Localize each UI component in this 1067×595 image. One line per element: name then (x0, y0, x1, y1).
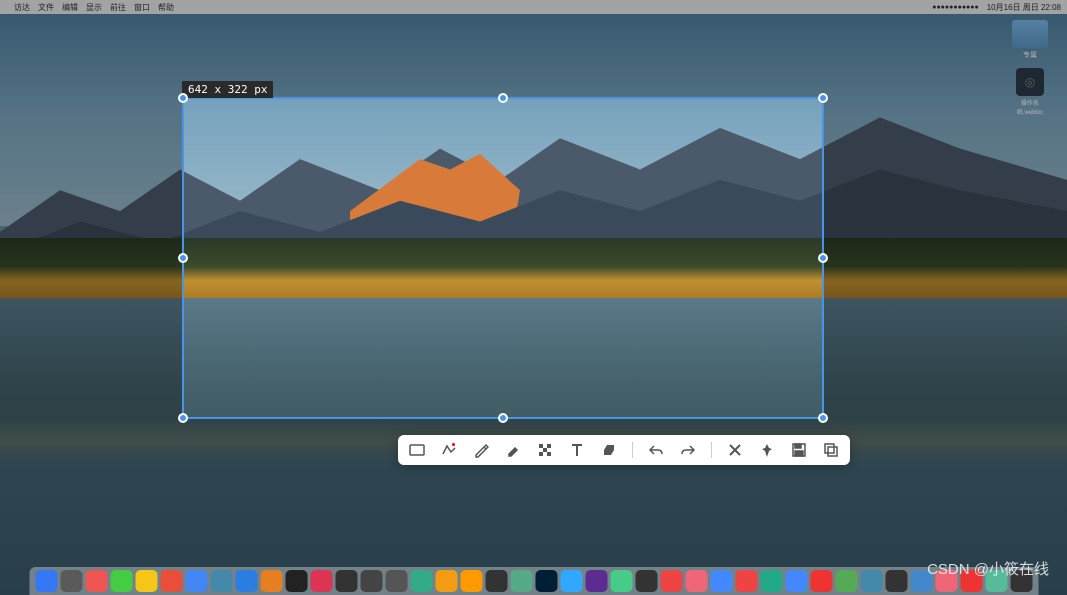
pen-tool-icon[interactable] (472, 441, 490, 459)
toolbar-divider (632, 442, 633, 458)
marker-tool-icon[interactable] (504, 441, 522, 459)
menu-item[interactable]: 前往 (110, 2, 126, 13)
text-tool-icon[interactable] (568, 441, 586, 459)
dock-app-23[interactable] (610, 570, 632, 592)
dock-app-31[interactable] (810, 570, 832, 592)
dock-app-13[interactable] (360, 570, 382, 592)
dock-app-29[interactable] (760, 570, 782, 592)
rectangle-tool-icon[interactable] (408, 441, 426, 459)
dock-app-30[interactable] (785, 570, 807, 592)
menu-item[interactable]: 编辑 (62, 2, 78, 13)
macos-menubar: 访达 文件 编辑 显示 前往 窗口 帮助 ●●●●●●●●●●● 10月16日 … (0, 0, 1067, 14)
toolbar-divider (711, 442, 712, 458)
polyline-tool-icon[interactable] (440, 441, 458, 459)
dock-app-10[interactable] (285, 570, 307, 592)
dock-app-17[interactable] (460, 570, 482, 592)
menubar-clock: 10月16日 周日 22:08 (987, 2, 1061, 13)
dock-app-27[interactable] (710, 570, 732, 592)
macos-dock (29, 567, 1038, 595)
folder-icon (1012, 20, 1048, 48)
dock-app-26[interactable] (685, 570, 707, 592)
dock-app-5[interactable] (160, 570, 182, 592)
dock-app-34[interactable] (885, 570, 907, 592)
file-icon: ◎ (1016, 68, 1044, 96)
menu-item[interactable]: 访达 (14, 2, 30, 13)
dock-app-6[interactable] (185, 570, 207, 592)
menu-item[interactable]: 帮助 (158, 2, 174, 13)
dock-app-0[interactable] (35, 570, 57, 592)
pin-icon[interactable] (758, 441, 776, 459)
eraser-tool-icon[interactable] (600, 441, 618, 459)
resize-handle-br[interactable] (818, 413, 828, 423)
resize-handle-bl[interactable] (178, 413, 188, 423)
dock-app-19[interactable] (510, 570, 532, 592)
undo-icon[interactable] (647, 441, 665, 459)
status-icons: ●●●●●●●●●●● (932, 4, 979, 11)
menu-item[interactable]: 文件 (38, 2, 54, 13)
menu-item[interactable]: 显示 (86, 2, 102, 13)
resize-handle-tr[interactable] (818, 93, 828, 103)
cancel-icon[interactable] (726, 441, 744, 459)
menu-item[interactable]: 窗口 (134, 2, 150, 13)
folder-label: 专属 (1009, 50, 1051, 60)
dock-app-15[interactable] (410, 570, 432, 592)
dock-app-22[interactable] (585, 570, 607, 592)
dock-app-7[interactable] (210, 570, 232, 592)
resize-handle-mr[interactable] (818, 253, 828, 263)
dock-app-32[interactable] (835, 570, 857, 592)
dock-app-9[interactable] (260, 570, 282, 592)
dock-app-25[interactable] (660, 570, 682, 592)
resize-handle-tc[interactable] (498, 93, 508, 103)
dock-app-18[interactable] (485, 570, 507, 592)
dock-app-14[interactable] (385, 570, 407, 592)
dock-app-33[interactable] (860, 570, 882, 592)
screenshot-selection[interactable]: 642 x 322 px (182, 97, 824, 419)
dock-app-11[interactable] (310, 570, 332, 592)
dock-app-20[interactable] (535, 570, 557, 592)
dock-app-1[interactable] (60, 570, 82, 592)
mosaic-tool-icon[interactable] (536, 441, 554, 459)
copy-icon[interactable] (822, 441, 840, 459)
watermark-text: CSDN @小筱在线 (927, 558, 1049, 579)
dock-app-12[interactable] (335, 570, 357, 592)
dock-app-3[interactable] (110, 570, 132, 592)
selection-size-badge: 642 x 322 px (182, 81, 273, 98)
desktop-file[interactable]: ◎ 操作系统.webloc (1009, 68, 1051, 116)
file-label: 操作系统.webloc (1009, 98, 1051, 116)
screenshot-toolbar (398, 435, 850, 465)
resize-handle-bc[interactable] (498, 413, 508, 423)
redo-icon[interactable] (679, 441, 697, 459)
resize-handle-tl[interactable] (178, 93, 188, 103)
dock-app-28[interactable] (735, 570, 757, 592)
resize-handle-ml[interactable] (178, 253, 188, 263)
dock-app-2[interactable] (85, 570, 107, 592)
dock-app-21[interactable] (560, 570, 582, 592)
dock-app-24[interactable] (635, 570, 657, 592)
dock-app-4[interactable] (135, 570, 157, 592)
dock-app-16[interactable] (435, 570, 457, 592)
dock-app-8[interactable] (235, 570, 257, 592)
desktop-folder[interactable]: 专属 (1009, 20, 1051, 60)
save-icon[interactable] (790, 441, 808, 459)
